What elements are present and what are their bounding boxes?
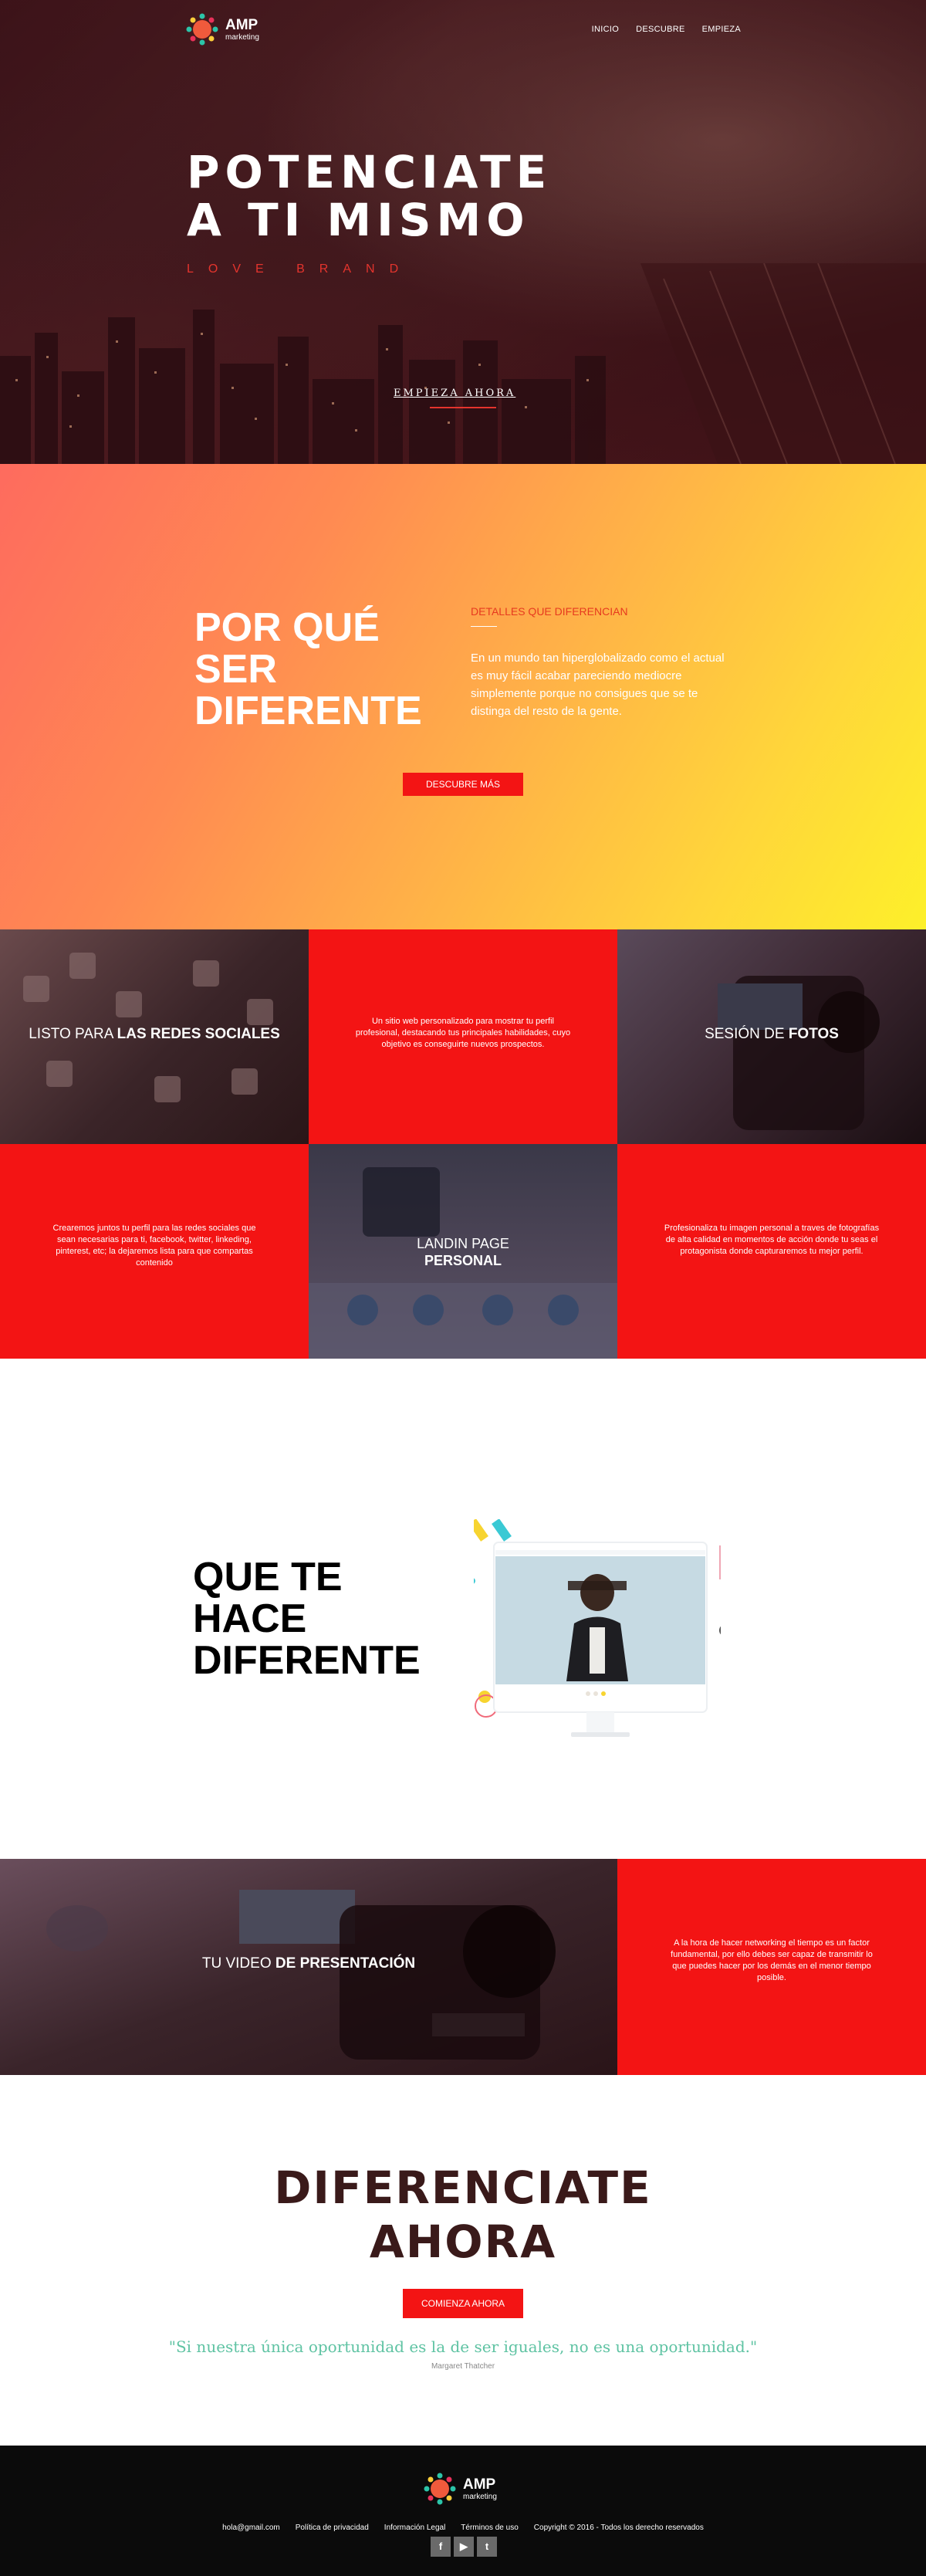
hero-section: AMP marketing INICIO DESCUBRE EMPIEZA PO… bbox=[0, 0, 926, 464]
different-title: QUE TE HACE DIFERENTE bbox=[193, 1556, 421, 1681]
why-title-line2: SER bbox=[194, 647, 277, 692]
photo-profile-tile: Profesionaliza tu imagen personal a trav… bbox=[617, 1144, 926, 1359]
video-info-tile: A la hora de hacer networking el tiempo … bbox=[617, 1859, 926, 2075]
hero-title-line2: A TI MISMO bbox=[187, 194, 530, 246]
social-media-tile[interactable]: LISTO PARA LAS REDES SOCIALES bbox=[0, 929, 309, 1144]
footer-brand-name: AMP bbox=[463, 2476, 496, 2493]
hero-title: POTENCIATE A TI MISMO bbox=[187, 148, 552, 244]
photo-profile-text: Profesionaliza tu imagen personal a trav… bbox=[664, 1224, 880, 1256]
nav-item-descubre[interactable]: DESCUBRE bbox=[636, 25, 685, 34]
nav-item-empieza[interactable]: EMPIEZA bbox=[702, 25, 741, 34]
why-title: POR QUÉ SER DIFERENTE bbox=[194, 607, 422, 732]
youtube-icon[interactable]: ▶ bbox=[454, 2537, 474, 2557]
web-profile-text: Un sitio web personalizado para mostrar … bbox=[355, 1017, 571, 1049]
logo-icon bbox=[186, 13, 218, 46]
footer-terms-link[interactable]: Términos de uso bbox=[461, 2524, 518, 2532]
landing-page-caption: LANDIN PAGE PERSONAL bbox=[417, 1236, 509, 1268]
nav-item-inicio[interactable]: INICIO bbox=[592, 25, 619, 34]
quote-author: Margaret Thatcher bbox=[431, 2362, 495, 2371]
quote-text: "Si nuestra única oportunidad es la de s… bbox=[168, 2337, 758, 2356]
twitter-icon[interactable]: t bbox=[477, 2537, 497, 2557]
brand-logo[interactable]: AMP marketing bbox=[185, 12, 259, 46]
why-title-line1: POR QUÉ bbox=[194, 605, 380, 650]
footer-brand-tagline: marketing bbox=[463, 2492, 497, 2501]
landing-page-tile[interactable]: LANDIN PAGE PERSONAL bbox=[309, 1144, 617, 1359]
social-media-caption: LISTO PARA LAS REDES SOCIALES bbox=[29, 1026, 280, 1042]
hero-cta-link[interactable]: EMPIEZA AHORA bbox=[394, 388, 515, 399]
footer-legal-link[interactable]: Información Legal bbox=[384, 2524, 446, 2532]
main-nav: INICIO DESCUBRE EMPIEZA bbox=[592, 25, 741, 34]
different-title-line3: DIFERENTE bbox=[193, 1638, 421, 1683]
why-label: DETALLES QUE DIFERENCIAN bbox=[471, 605, 628, 618]
hero-title-line1: POTENCIATE bbox=[187, 146, 553, 198]
logo-icon bbox=[424, 2473, 456, 2505]
video-caption: TU VIDEO DE PRESENTACIÓN bbox=[201, 1955, 416, 1972]
footer-social: f ▶ t bbox=[431, 2537, 497, 2557]
hero-subtitle: LOVE BRAND bbox=[187, 262, 414, 276]
brand-tagline: marketing bbox=[225, 32, 259, 42]
why-divider bbox=[471, 626, 497, 627]
why-section: POR QUÉ SER DIFERENTE DETALLES QUE DIFER… bbox=[0, 464, 926, 929]
start-now-button[interactable]: COMIENZA AHORA bbox=[403, 2289, 523, 2318]
footer-logo[interactable]: AMP marketing bbox=[423, 2472, 497, 2506]
facebook-icon[interactable]: f bbox=[431, 2537, 451, 2557]
video-section: TU VIDEO DE PRESENTACIÓN A la hora de ha… bbox=[0, 1859, 926, 2075]
hero-cta-underline bbox=[430, 407, 496, 408]
landing-page: AMP marketing INICIO DESCUBRE EMPIEZA PO… bbox=[0, 0, 926, 2576]
social-profile-tile: Crearemos juntos tu perfil para las rede… bbox=[0, 1144, 309, 1359]
footer-copyright: Copyright © 2016 - Todos los derecho res… bbox=[533, 2524, 704, 2532]
discover-more-button[interactable]: DESCUBRE MÁS bbox=[403, 773, 523, 796]
footer: AMP marketing hola@gmail.com Política de… bbox=[0, 2446, 926, 2576]
why-text: En un mundo tan hiperglobalizado como el… bbox=[471, 652, 725, 718]
video-text: A la hora de hacer networking el tiempo … bbox=[671, 1938, 873, 1982]
monitor-illustration bbox=[474, 1519, 721, 1737]
why-title-line3: DIFERENTE bbox=[194, 689, 422, 733]
cta-title-line2: AHORA bbox=[369, 2215, 557, 2268]
different-title-line1: QUE TE bbox=[193, 1555, 343, 1599]
cta-title-line1: DIFERENCIATE bbox=[274, 2161, 652, 2214]
different-title-line2: HACE bbox=[193, 1596, 307, 1641]
services-grid: LISTO PARA LAS REDES SOCIALES Un sitio w… bbox=[0, 929, 926, 1359]
video-presentation-tile[interactable]: TU VIDEO DE PRESENTACIÓN bbox=[0, 1859, 617, 2075]
brand-name: AMP bbox=[225, 16, 259, 33]
footer-links: hola@gmail.com Política de privacidad In… bbox=[0, 2524, 926, 2532]
photo-session-tile[interactable]: SESIÓN DE FOTOS bbox=[617, 929, 926, 1144]
city-skyline-image bbox=[0, 263, 926, 464]
photo-session-caption: SESIÓN DE FOTOS bbox=[705, 1026, 839, 1042]
footer-email-link[interactable]: hola@gmail.com bbox=[222, 2524, 280, 2532]
web-profile-tile: Un sitio web personalizado para mostrar … bbox=[309, 929, 617, 1144]
footer-privacy-link[interactable]: Política de privacidad bbox=[296, 2524, 369, 2532]
social-profile-text: Crearemos juntos tu perfil para las rede… bbox=[52, 1224, 256, 1268]
